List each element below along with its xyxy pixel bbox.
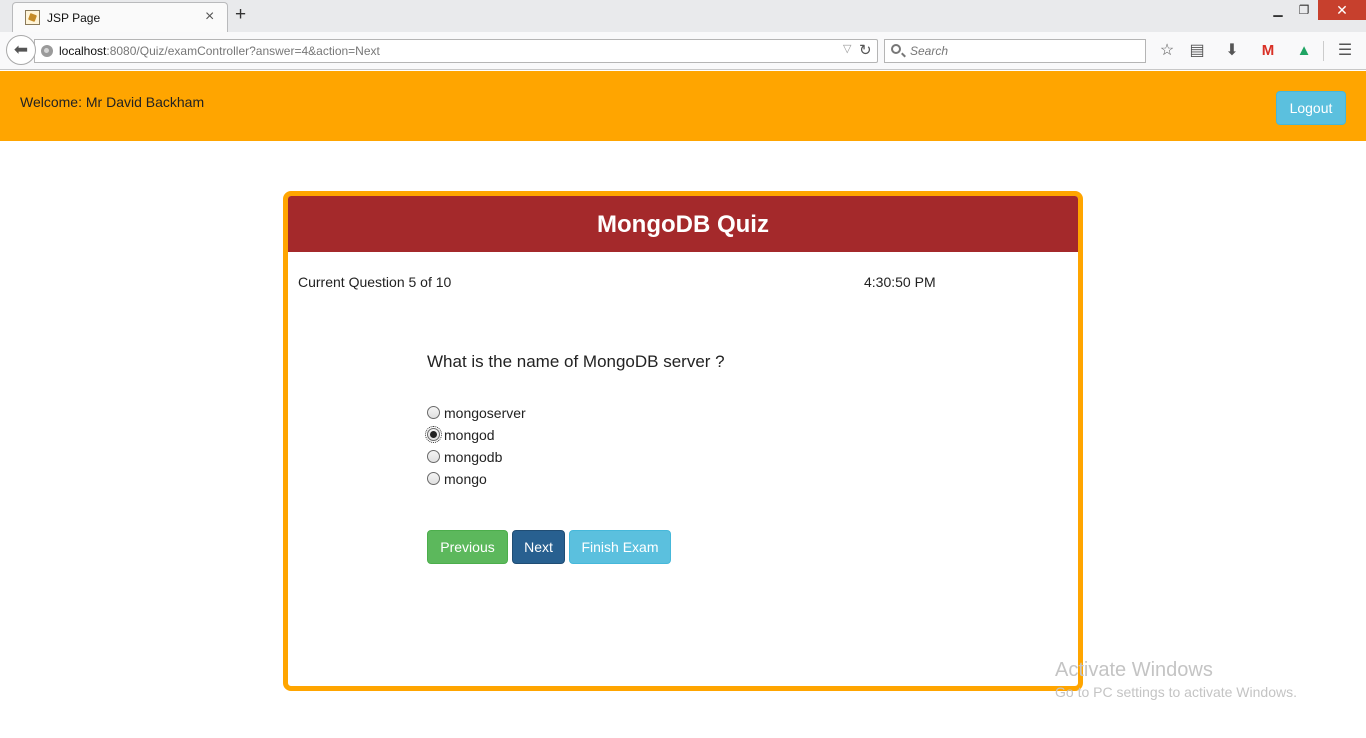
search-placeholder: Search (910, 44, 949, 58)
tab-title: JSP Page (47, 11, 101, 25)
browser-navbar: localhost:8080/Quiz/examController?answe… (0, 32, 1366, 70)
page-header: Welcome: Mr David Backham Logout (0, 71, 1366, 141)
tab-close-icon[interactable]: × (205, 8, 214, 26)
back-arrow-icon: ⬅ (13, 40, 29, 59)
watermark-subtitle: Go to PC settings to activate Windows. (1055, 684, 1297, 700)
option-label[interactable]: mongodb (444, 449, 502, 465)
finish-exam-button[interactable]: Finish Exam (569, 530, 671, 564)
reload-icon[interactable]: ↻ (859, 41, 872, 59)
option-label[interactable]: mongo (444, 471, 487, 487)
welcome-text: Welcome: Mr David Backham (20, 94, 205, 110)
close-window-button[interactable]: ✕ (1318, 0, 1366, 20)
url-history-dropdown-icon[interactable]: ▽ (843, 42, 851, 55)
browser-titlebar: JSP Page × + ▁ ❐ ✕ (0, 0, 1366, 32)
browser-tab[interactable]: JSP Page × (12, 2, 228, 32)
option-label[interactable]: mongod (444, 427, 495, 443)
url-text[interactable]: localhost:8080/Quiz/examController?answe… (59, 44, 380, 58)
quiz-title-bar: MongoDB Quiz (288, 196, 1078, 252)
question-counter: Current Question 5 of 10 (298, 274, 452, 290)
download-icon[interactable]: ⬇ (1221, 40, 1243, 62)
watermark-title: Activate Windows (1055, 659, 1213, 681)
question-text: What is the name of MongoDB server ? (427, 352, 725, 371)
quiz-title: MongoDB Quiz (597, 211, 769, 238)
option-radio[interactable] (425, 426, 442, 443)
google-drive-icon[interactable]: ▲ (1293, 40, 1315, 62)
maximize-button[interactable]: ❐ (1290, 0, 1318, 20)
back-button[interactable]: ⬅ (6, 35, 36, 65)
logout-button[interactable]: Logout (1276, 91, 1346, 125)
page-favicon-icon (25, 10, 40, 25)
reading-list-icon[interactable]: ▤ (1186, 40, 1208, 62)
activate-windows-watermark: Activate Windows Go to PC settings to ac… (1055, 659, 1297, 700)
site-info-icon[interactable] (41, 45, 53, 57)
option-radio[interactable] (427, 472, 440, 485)
option-radio[interactable] (427, 450, 440, 463)
new-tab-button[interactable]: + (235, 4, 246, 26)
menu-icon[interactable]: ☰ (1334, 40, 1356, 62)
url-path: :8080/Quiz/examController?answer=4&actio… (106, 44, 380, 58)
next-button[interactable]: Next (512, 530, 565, 564)
minimize-button[interactable]: ▁ (1264, 0, 1292, 20)
gmail-icon[interactable]: M (1257, 40, 1279, 62)
option-label[interactable]: mongoserver (444, 405, 526, 421)
quiz-panel: MongoDB Quiz Current Question 5 of 10 4:… (283, 191, 1083, 691)
toolbar-divider (1323, 41, 1324, 61)
search-icon (891, 44, 901, 54)
url-host: localhost (59, 44, 107, 58)
clock-time: 4:30:50 PM (864, 274, 936, 290)
option-radio[interactable] (427, 406, 440, 419)
search-input[interactable]: Search (884, 39, 1146, 63)
star-icon[interactable]: ☆ (1156, 40, 1178, 62)
address-bar[interactable]: localhost:8080/Quiz/examController?answe… (34, 39, 878, 63)
previous-button[interactable]: Previous (427, 530, 508, 564)
